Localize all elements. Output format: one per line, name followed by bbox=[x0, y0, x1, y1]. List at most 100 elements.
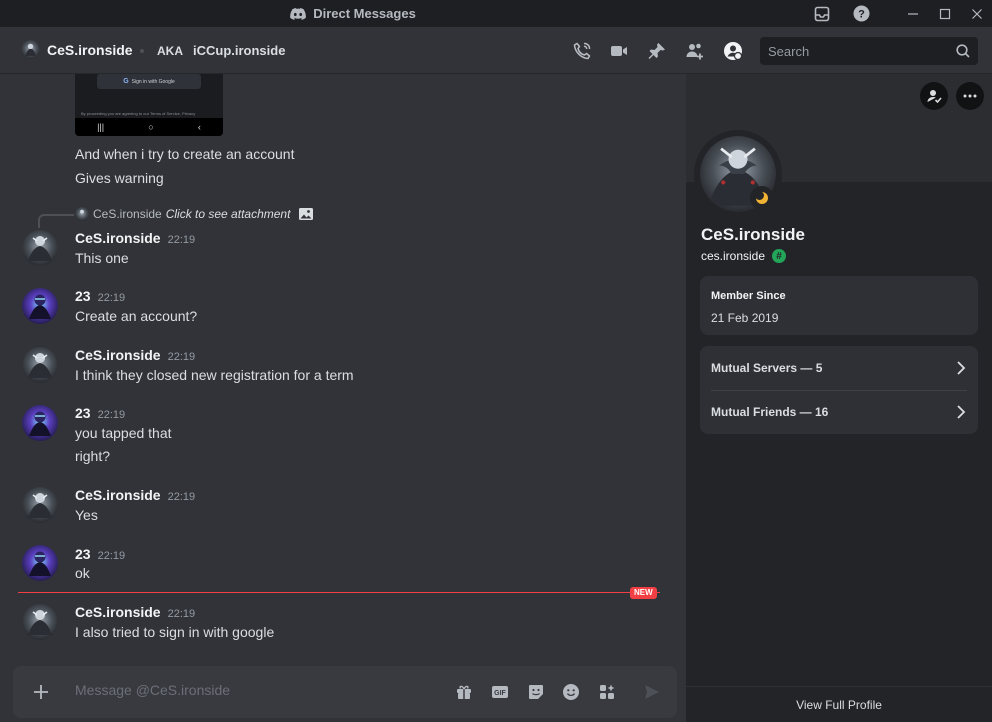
message-timestamp: 22:19 bbox=[167, 351, 196, 363]
video-call-icon[interactable] bbox=[607, 39, 631, 63]
maximize-icon[interactable] bbox=[932, 0, 958, 27]
message-input[interactable] bbox=[75, 682, 435, 698]
header-username: CeS.ironside bbox=[47, 41, 133, 58]
message-line: I think they closed new registration for… bbox=[75, 367, 354, 383]
header-avatar bbox=[21, 40, 40, 59]
attachment-google-button-text: Sign in with Google bbox=[131, 78, 175, 85]
message-author[interactable]: 23 bbox=[75, 405, 91, 421]
apps-icon[interactable] bbox=[595, 680, 619, 704]
svg-text:GIF: GIF bbox=[494, 690, 506, 697]
new-messages-divider bbox=[18, 592, 660, 593]
reply-avatar bbox=[75, 207, 89, 221]
message-timestamp: 22:19 bbox=[97, 292, 126, 304]
attachment-footer-text: By proceeding you are agreeing to our Te… bbox=[81, 111, 196, 116]
discord-logo-icon bbox=[290, 7, 307, 20]
send-icon[interactable] bbox=[640, 680, 664, 704]
view-full-profile-label: View Full Profile bbox=[796, 697, 882, 712]
reply-text: Click to see attachment bbox=[165, 207, 291, 221]
member-since-value: 21 Feb 2019 bbox=[711, 311, 779, 325]
svg-text:?: ? bbox=[858, 9, 865, 21]
message-header: 23 22:19 bbox=[75, 405, 125, 421]
mutual-friends-row[interactable]: Mutual Friends — 16 bbox=[700, 390, 978, 434]
message-line: And when i try to create an account bbox=[75, 146, 295, 162]
more-options-icon[interactable] bbox=[956, 82, 984, 110]
user-profile-panel: CeS.ironside ces.ironside # Member Since… bbox=[686, 74, 992, 722]
header-user[interactable]: CeS.ironside bbox=[21, 40, 133, 59]
search-input[interactable] bbox=[768, 43, 956, 59]
pinned-messages-icon[interactable] bbox=[645, 39, 669, 63]
close-window-icon[interactable] bbox=[964, 0, 990, 27]
message-timestamp: 22:19 bbox=[97, 409, 126, 421]
new-messages-badge: NEW bbox=[630, 587, 657, 599]
aka-label: AKA bbox=[157, 44, 183, 58]
help-icon[interactable]: ? bbox=[850, 0, 872, 27]
message-author[interactable]: CeS.ironside bbox=[75, 230, 161, 246]
avatar[interactable] bbox=[22, 230, 58, 266]
chevron-right-icon bbox=[957, 405, 966, 419]
message-author[interactable]: CeS.ironside bbox=[75, 604, 161, 620]
image-attachment[interactable]: G Sign in with Google By proceeding you … bbox=[75, 74, 223, 136]
gif-icon[interactable]: GIF bbox=[488, 680, 512, 704]
emoji-icon[interactable] bbox=[559, 680, 583, 704]
add-attachment-icon[interactable] bbox=[29, 680, 53, 704]
message-header: 23 22:19 bbox=[75, 288, 125, 304]
mutuals-card: Mutual Servers — 5 Mutual Friends — 16 bbox=[700, 346, 978, 434]
avatar[interactable] bbox=[22, 545, 58, 581]
member-since-label: Member Since bbox=[711, 290, 786, 302]
message-author[interactable]: 23 bbox=[75, 288, 91, 304]
message-line: Gives warning bbox=[75, 170, 164, 186]
profile-handle: ces.ironside bbox=[701, 249, 766, 263]
user-profile-toggle-icon[interactable] bbox=[721, 39, 745, 63]
dm-header: CeS.ironside AKA iCCup.ironside bbox=[0, 27, 992, 74]
window-title: Direct Messages bbox=[0, 0, 706, 27]
android-back-icon: ‹ bbox=[197, 122, 201, 132]
message-timestamp: 22:19 bbox=[167, 491, 196, 503]
android-recents-icon: ||| bbox=[97, 122, 105, 132]
message-line: you tapped that bbox=[75, 425, 172, 441]
minimize-icon[interactable] bbox=[900, 0, 926, 27]
message-line: Yes bbox=[75, 507, 98, 523]
reply-connector bbox=[38, 214, 74, 228]
search-box[interactable] bbox=[760, 37, 978, 65]
add-friends-to-dm-icon[interactable] bbox=[683, 39, 707, 63]
window-title-text: Direct Messages bbox=[313, 6, 416, 21]
reply-reference[interactable]: CeS.ironside Click to see attachment bbox=[75, 207, 314, 221]
message-timestamp: 22:19 bbox=[167, 234, 196, 246]
avatar[interactable] bbox=[22, 487, 58, 523]
message-line: ok bbox=[75, 565, 90, 581]
message-timestamp: 22:19 bbox=[97, 550, 126, 562]
gift-icon[interactable] bbox=[452, 680, 476, 704]
sticker-icon[interactable] bbox=[524, 680, 548, 704]
profile-display-name: CeS.ironside bbox=[701, 225, 805, 244]
header-separator bbox=[140, 49, 144, 53]
message-author[interactable]: CeS.ironside bbox=[75, 487, 161, 503]
aka-name: iCCup.ironside bbox=[193, 43, 286, 58]
message-composer: GIF bbox=[13, 666, 677, 718]
message-line: right? bbox=[75, 448, 111, 464]
profile-handle-row: ces.ironside # bbox=[701, 249, 787, 263]
voice-call-icon[interactable] bbox=[570, 39, 594, 63]
avatar[interactable] bbox=[22, 405, 58, 441]
view-full-profile-button[interactable]: View Full Profile bbox=[686, 686, 992, 722]
image-icon bbox=[299, 208, 314, 220]
message-author[interactable]: CeS.ironside bbox=[75, 347, 161, 363]
message-line: I also tried to sign in with google bbox=[75, 624, 275, 640]
inbox-icon[interactable] bbox=[811, 0, 833, 27]
search-icon bbox=[956, 44, 970, 58]
friend-status-icon[interactable] bbox=[920, 82, 948, 110]
hashtag-badge-icon: # bbox=[772, 249, 787, 263]
android-home-icon: ○ bbox=[148, 122, 154, 132]
message-header: CeS.ironside 22:19 bbox=[75, 487, 195, 503]
message-header: CeS.ironside 22:19 bbox=[75, 604, 195, 620]
message-author[interactable]: 23 bbox=[75, 546, 91, 562]
message-line: Create an account? bbox=[75, 308, 198, 324]
avatar[interactable] bbox=[22, 347, 58, 383]
avatar[interactable] bbox=[22, 288, 58, 324]
avatar[interactable] bbox=[22, 604, 58, 640]
message-timestamp: 22:19 bbox=[167, 608, 196, 620]
message-line: This one bbox=[75, 250, 129, 266]
message-header: CeS.ironside 22:19 bbox=[75, 230, 195, 246]
mutual-friends-label: Mutual Friends — 16 bbox=[711, 405, 829, 419]
mutual-servers-row[interactable]: Mutual Servers — 5 bbox=[700, 346, 978, 390]
message-header: CeS.ironside 22:19 bbox=[75, 347, 195, 363]
